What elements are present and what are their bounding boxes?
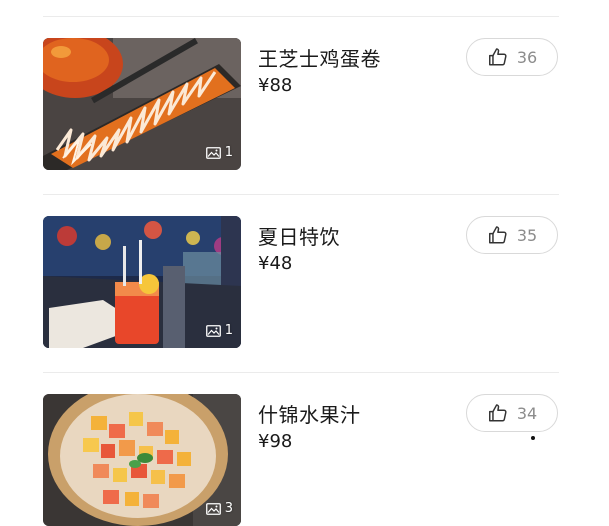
dish-name[interactable]: 王芝士鸡蛋卷 (258, 43, 381, 72)
image-icon (205, 502, 221, 515)
thumbs-up-icon (488, 404, 507, 422)
dish-thumbnail[interactable]: 1 (43, 38, 241, 170)
divider (43, 16, 559, 17)
dish-name[interactable]: 夏日特饮 (258, 221, 340, 250)
dish-row[interactable]: 1 夏日特饮 ¥48 35 (0, 216, 609, 348)
like-count: 35 (516, 225, 538, 245)
indicator-dot (531, 436, 535, 440)
divider (43, 372, 559, 373)
photo-count-label: 3 (224, 501, 233, 516)
dish-thumbnail[interactable]: 1 (43, 216, 241, 348)
like-button[interactable]: 35 (466, 216, 558, 254)
photo-count-badge: 1 (205, 323, 233, 338)
dish-price: ¥48 (258, 253, 293, 274)
divider (43, 194, 559, 195)
dish-row[interactable]: 3 什锦水果汁 ¥98 34 (0, 394, 609, 526)
like-button[interactable]: 34 (466, 394, 558, 432)
image-icon (205, 324, 221, 337)
recommended-dishes-list: 1 王芝士鸡蛋卷 ¥88 36 1 夏日特饮 ¥48 35 3 什锦水果汁 ¥9… (0, 0, 609, 526)
photo-count-badge: 1 (205, 145, 233, 160)
dish-price: ¥88 (258, 75, 293, 96)
dish-row[interactable]: 1 王芝士鸡蛋卷 ¥88 36 (0, 38, 609, 170)
photo-count-badge: 3 (205, 501, 233, 516)
like-count: 34 (516, 403, 538, 423)
photo-count-label: 1 (224, 323, 233, 338)
thumbs-up-icon (488, 226, 507, 244)
thumbs-up-icon (488, 48, 507, 66)
photo-count-label: 1 (224, 145, 233, 160)
dish-price: ¥98 (258, 431, 293, 452)
like-button[interactable]: 36 (466, 38, 558, 76)
dish-thumbnail[interactable]: 3 (43, 394, 241, 526)
like-count: 36 (516, 47, 538, 67)
image-icon (205, 146, 221, 159)
dish-name[interactable]: 什锦水果汁 (258, 399, 361, 428)
